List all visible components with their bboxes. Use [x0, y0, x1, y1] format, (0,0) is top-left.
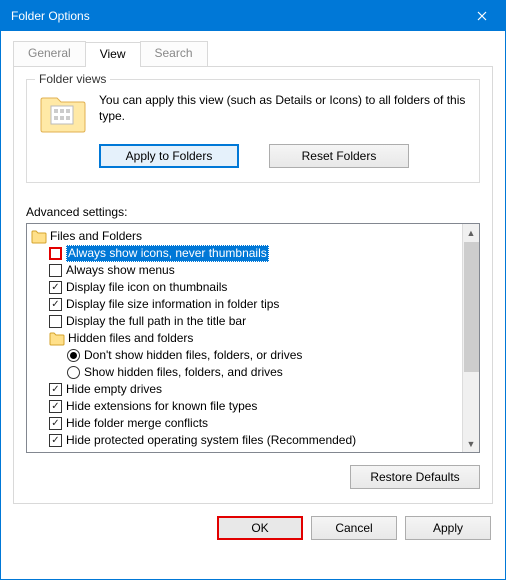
restore-defaults-button[interactable]: Restore Defaults — [350, 465, 480, 489]
tree-content: Files and Folders Always show icons, nev… — [27, 224, 462, 452]
tree-root[interactable]: Files and Folders — [29, 228, 462, 245]
cancel-button[interactable]: Cancel — [311, 516, 397, 540]
checkbox-icon[interactable]: ✓ — [49, 400, 62, 413]
radio-icon[interactable] — [67, 349, 80, 362]
checkbox-icon[interactable]: ✓ — [49, 383, 62, 396]
checkbox-icon[interactable]: ✓ — [49, 298, 62, 311]
opt-display-file-icon[interactable]: ✓ Display file icon on thumbnails — [29, 279, 462, 296]
scroll-up-icon[interactable]: ▲ — [463, 224, 479, 241]
folder-views-desc: You can apply this view (such as Details… — [99, 92, 467, 124]
hidden-files-group[interactable]: Hidden files and folders — [29, 330, 462, 347]
opt-hide-protected-os-files[interactable]: ✓ Hide protected operating system files … — [29, 432, 462, 449]
tab-view[interactable]: View — [85, 42, 141, 67]
reset-folders-button[interactable]: Reset Folders — [269, 144, 409, 168]
folder-views-group: Folder views You can apply this view (su… — [26, 79, 480, 183]
close-icon — [477, 11, 487, 21]
opt-always-show-menus[interactable]: Always show menus — [29, 262, 462, 279]
opt-display-full-path[interactable]: Display the full path in the title bar — [29, 313, 462, 330]
scroll-thumb[interactable] — [464, 242, 479, 372]
opt-hide-extensions[interactable]: ✓ Hide extensions for known file types — [29, 398, 462, 415]
radio-icon[interactable] — [67, 366, 80, 379]
opt-show-hidden[interactable]: Show hidden files, folders, and drives — [29, 364, 462, 381]
checkbox-icon[interactable] — [49, 247, 62, 260]
tab-strip: General View Search — [1, 31, 505, 66]
opt-always-show-icons[interactable]: Always show icons, never thumbnails — [29, 245, 462, 262]
window-title: Folder Options — [11, 9, 459, 23]
folder-icon — [31, 230, 47, 244]
apply-button[interactable]: Apply — [405, 516, 491, 540]
folder-icon — [39, 92, 87, 134]
advanced-label: Advanced settings: — [26, 205, 480, 219]
scrollbar[interactable]: ▲ ▼ — [462, 224, 479, 452]
opt-display-file-size[interactable]: ✓ Display file size information in folde… — [29, 296, 462, 313]
advanced-settings-tree[interactable]: Files and Folders Always show icons, nev… — [26, 223, 480, 453]
tab-search[interactable]: Search — [140, 41, 208, 66]
checkbox-icon[interactable]: ✓ — [49, 281, 62, 294]
opt-hide-empty-drives[interactable]: ✓ Hide empty drives — [29, 381, 462, 398]
checkbox-icon[interactable]: ✓ — [49, 434, 62, 447]
dialog-buttons: OK Cancel Apply — [1, 516, 505, 554]
opt-dont-show-hidden[interactable]: Don't show hidden files, folders, or dri… — [29, 347, 462, 364]
checkbox-icon[interactable]: ✓ — [49, 417, 62, 430]
opt-hide-merge-conflicts[interactable]: ✓ Hide folder merge conflicts — [29, 415, 462, 432]
close-button[interactable] — [459, 1, 505, 31]
folder-views-legend: Folder views — [35, 72, 110, 86]
scroll-down-icon[interactable]: ▼ — [463, 435, 479, 452]
folder-icon — [49, 332, 65, 346]
ok-button[interactable]: OK — [217, 516, 303, 540]
titlebar[interactable]: Folder Options — [1, 1, 505, 31]
folder-options-window: Folder Options General View Search Folde… — [0, 0, 506, 580]
checkbox-icon[interactable] — [49, 264, 62, 277]
tab-general[interactable]: General — [13, 41, 86, 66]
apply-to-folders-button[interactable]: Apply to Folders — [99, 144, 239, 168]
view-panel: Folder views You can apply this view (su… — [13, 66, 493, 504]
checkbox-icon[interactable] — [49, 315, 62, 328]
